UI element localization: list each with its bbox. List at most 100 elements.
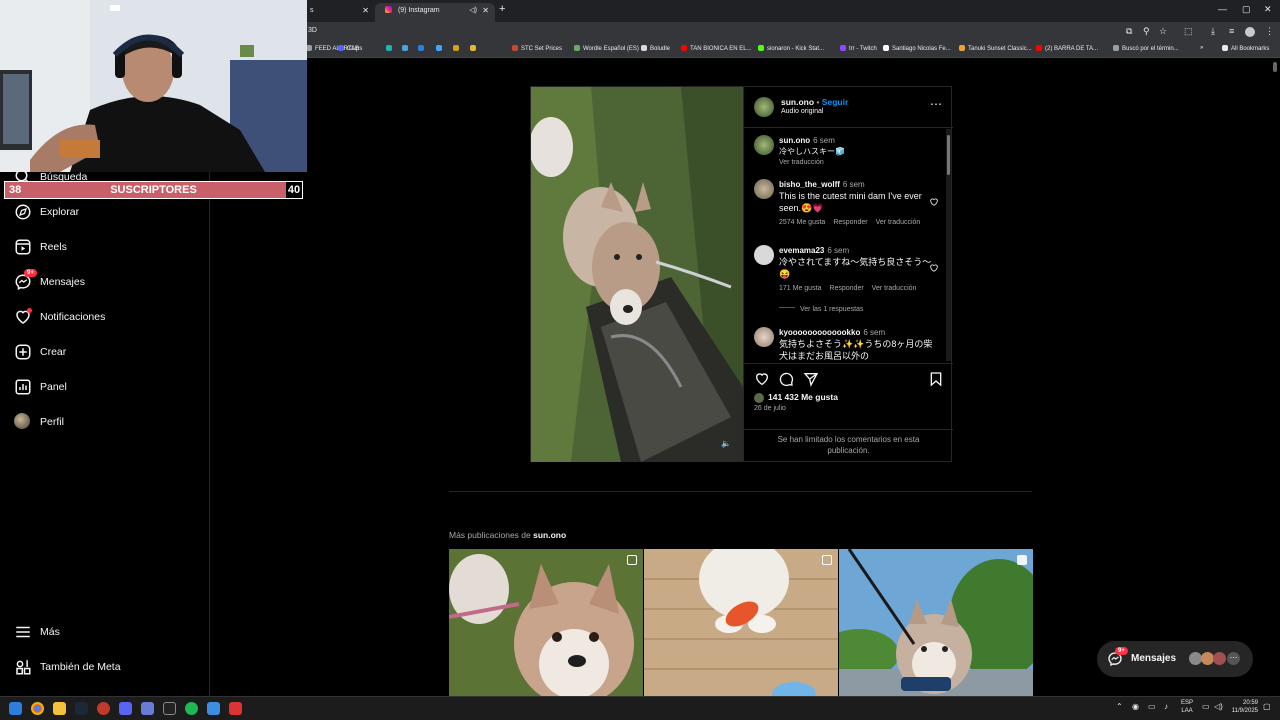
comment-username[interactable]: bisho_the_wolff bbox=[779, 180, 840, 189]
maximize-button[interactable]: ▢ bbox=[1242, 4, 1251, 15]
bookmark-item[interactable] bbox=[436, 45, 445, 52]
bookmark-item[interactable] bbox=[418, 45, 427, 52]
chrome-icon[interactable] bbox=[31, 702, 44, 715]
network-icon[interactable]: ▭ bbox=[1202, 702, 1210, 711]
bookmark-item[interactable]: TAN BIONICA EN EL... bbox=[681, 45, 752, 52]
bookmark-item[interactable]: Wordle Español (ES) bbox=[574, 45, 639, 52]
reply-link[interactable]: Responder bbox=[833, 219, 867, 226]
bookmark-item[interactable]: CLips bbox=[338, 45, 362, 52]
post-thumbnail[interactable] bbox=[839, 549, 1033, 697]
audio-label[interactable]: Audio original bbox=[781, 108, 823, 115]
all-bookmarks[interactable]: All Bookmarks bbox=[1222, 45, 1269, 52]
reply-link[interactable]: Responder bbox=[829, 285, 863, 292]
author-avatar[interactable] bbox=[754, 97, 774, 117]
app-icon[interactable] bbox=[141, 702, 154, 715]
speaker-icon[interactable]: ◁) bbox=[469, 3, 477, 18]
comment-time: 6 sem bbox=[842, 180, 865, 189]
bookmark-item[interactable] bbox=[470, 45, 479, 52]
app-icon[interactable] bbox=[97, 702, 110, 715]
like-comment-heart-icon[interactable] bbox=[929, 197, 939, 207]
minimize-button[interactable]: — bbox=[1218, 4, 1227, 14]
comments-scroll-thumb[interactable] bbox=[947, 135, 950, 175]
notifications-icon[interactable]: ▢ bbox=[1263, 702, 1271, 711]
post-thumbnail[interactable] bbox=[644, 549, 838, 697]
translate-link[interactable]: Ver traducción bbox=[876, 219, 921, 226]
tray-chevron-icon[interactable]: ⌃ bbox=[1116, 702, 1123, 711]
bookmark-item[interactable] bbox=[453, 45, 462, 52]
tab-instagram[interactable]: (9) Instagram ◁) ✕ bbox=[375, 3, 495, 22]
bookmark-item[interactable]: Tanuki Sunset Classic... bbox=[959, 45, 1032, 52]
messages-pill[interactable]: 9+ Mensajes ⋯ bbox=[1097, 641, 1253, 677]
comment-username[interactable]: sun.ono bbox=[779, 136, 810, 145]
mic-icon[interactable]: ♪ bbox=[1164, 702, 1168, 711]
likes-count[interactable]: 2574 Me gusta bbox=[779, 219, 825, 226]
post-header: sun.ono • Seguir bbox=[781, 97, 848, 107]
steam-icon[interactable] bbox=[75, 702, 88, 715]
bookmark-item[interactable] bbox=[402, 45, 411, 52]
bookmark-item[interactable]: STC Set Prices bbox=[512, 45, 562, 52]
like-heart-icon[interactable] bbox=[754, 371, 770, 387]
author-username[interactable]: sun.ono bbox=[781, 97, 814, 107]
discord-icon[interactable] bbox=[119, 702, 132, 715]
menu-icon[interactable]: ⋮ bbox=[1265, 26, 1274, 37]
avatar[interactable] bbox=[754, 245, 774, 265]
likes-count[interactable]: 171 Me gusta bbox=[779, 285, 821, 292]
download-icon[interactable]: ⤓ bbox=[1211, 26, 1215, 37]
view-replies-link[interactable]: Ver las 1 respuestas bbox=[800, 306, 863, 313]
star-icon[interactable]: ☆ bbox=[1159, 26, 1167, 37]
url-text[interactable]: 3D bbox=[308, 27, 317, 34]
comment-icon[interactable] bbox=[778, 371, 794, 387]
install-icon[interactable]: ⧉ bbox=[1126, 26, 1132, 37]
spotify-icon[interactable] bbox=[185, 702, 198, 715]
bookmark-item[interactable]: Buscó por el términ... bbox=[1113, 45, 1179, 52]
comment-username[interactable]: evemama23 bbox=[779, 246, 824, 255]
bookmark-favicon-icon bbox=[453, 45, 459, 51]
media-icon[interactable]: ≡ bbox=[1229, 26, 1234, 36]
zoom-icon[interactable]: ⚲ bbox=[1143, 26, 1150, 37]
app-icon[interactable] bbox=[229, 702, 242, 715]
file-explorer-icon[interactable] bbox=[53, 702, 66, 715]
app-icon[interactable] bbox=[163, 702, 176, 715]
volume-icon[interactable]: ◁) bbox=[1214, 702, 1223, 711]
tab-previous[interactable]: s ✕ bbox=[300, 3, 375, 22]
post-likes[interactable]: 141 432 Me gusta bbox=[768, 392, 838, 402]
extensions-icon[interactable]: ⬚ bbox=[1184, 26, 1193, 37]
clock[interactable]: 20:59 11/9/2025 bbox=[1228, 699, 1258, 715]
page-scroll-thumb[interactable] bbox=[1273, 62, 1277, 72]
post-thumbnail[interactable] bbox=[449, 549, 643, 697]
bookmark-item[interactable]: trr - Twitch bbox=[840, 45, 877, 52]
bookmark-favicon-icon bbox=[470, 45, 476, 51]
tray-icon[interactable]: ◉ bbox=[1132, 702, 1139, 711]
tray-icon[interactable]: ▭ bbox=[1148, 702, 1156, 711]
start-icon[interactable] bbox=[9, 702, 22, 715]
page-scrollbar[interactable] bbox=[1270, 58, 1280, 696]
bookmark-item[interactable]: Santiago Nicolas Fe... bbox=[883, 45, 951, 52]
post-video[interactable]: 🔈 bbox=[531, 87, 743, 462]
like-comment-heart-icon[interactable] bbox=[929, 263, 939, 273]
more-options-icon[interactable]: ⋯ bbox=[930, 97, 942, 111]
close-icon[interactable]: ✕ bbox=[362, 3, 369, 18]
bookmark-item[interactable]: (2) BARRA DE TA... bbox=[1036, 45, 1098, 52]
app-icon[interactable] bbox=[207, 702, 220, 715]
language-indicator[interactable]: ESP LAA bbox=[1181, 699, 1193, 715]
share-icon[interactable] bbox=[803, 371, 819, 387]
bookmark-item[interactable] bbox=[386, 45, 395, 52]
comment-username[interactable]: kyooooooooooookko bbox=[779, 328, 860, 337]
avatar[interactable] bbox=[754, 179, 774, 199]
translate-link[interactable]: Ver traducción bbox=[779, 159, 824, 166]
close-window-button[interactable]: ✕ bbox=[1264, 4, 1272, 15]
bookmark-icon[interactable] bbox=[928, 371, 944, 387]
mute-icon[interactable]: 🔈 bbox=[721, 439, 731, 448]
avatar[interactable] bbox=[754, 135, 774, 155]
more-posts-user[interactable]: sun.ono bbox=[533, 530, 566, 540]
follow-button[interactable]: Seguir bbox=[822, 97, 848, 107]
new-tab-button[interactable]: + bbox=[499, 3, 505, 15]
avatar[interactable] bbox=[754, 327, 774, 347]
bookmark-item[interactable]: sionaron - Kick Stat... bbox=[758, 45, 824, 52]
post-date[interactable]: 26 de julio bbox=[754, 405, 786, 412]
close-icon[interactable]: ✕ bbox=[482, 3, 489, 18]
bookmark-item[interactable]: Boludle bbox=[641, 45, 670, 52]
translate-link[interactable]: Ver traducción bbox=[872, 285, 917, 292]
bookmarks-overflow-icon[interactable]: » bbox=[1200, 45, 1203, 51]
profile-avatar[interactable] bbox=[1245, 27, 1255, 37]
